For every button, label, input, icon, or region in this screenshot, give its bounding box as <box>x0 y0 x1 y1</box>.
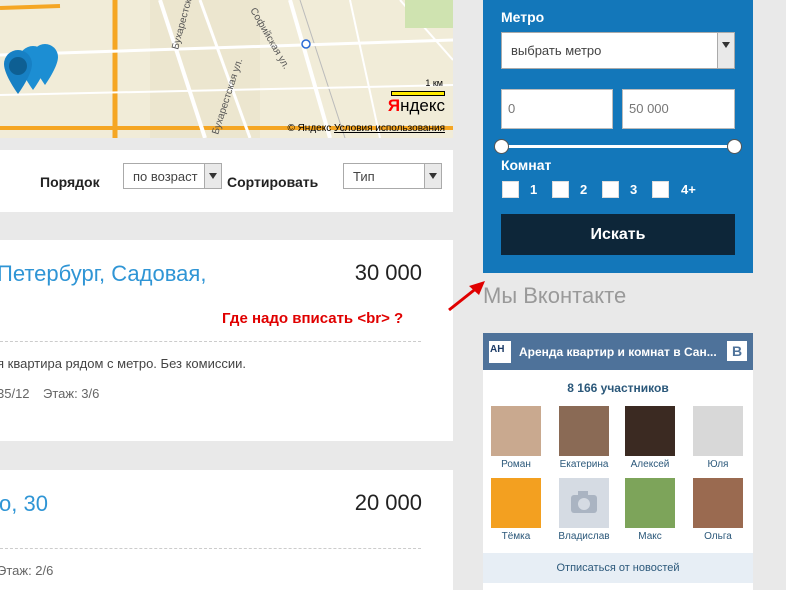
order-select[interactable]: по возраст <box>123 163 222 189</box>
member-avatar[interactable] <box>693 478 743 528</box>
type-select-value: Тип <box>353 169 375 184</box>
metro-label: Метро <box>501 9 545 25</box>
location-pin-icon[interactable] <box>0 40 72 105</box>
price-slider-track[interactable] <box>502 145 735 148</box>
member-name[interactable]: Екатерина <box>552 459 616 470</box>
rooms-label: Комнат <box>501 157 552 173</box>
member-avatar[interactable] <box>559 478 609 528</box>
chevron-down-icon <box>204 164 221 188</box>
map-attribution: © Яндекс Условия использования <box>287 123 445 134</box>
room-label-1: 1 <box>530 182 538 197</box>
metro-select[interactable]: выбрать метро <box>501 32 735 69</box>
terms-link[interactable]: Условия использования <box>334 123 445 134</box>
sort-bar: Порядок по возраст Сортировать Тип <box>0 150 453 212</box>
listing-description: я квартира рядом с метро. Без комиссии. <box>0 356 246 371</box>
member-avatar[interactable] <box>625 478 675 528</box>
map-copyright: © Яндекс <box>287 123 332 134</box>
price-slider-min-handle[interactable] <box>494 139 509 154</box>
vk-members-count[interactable]: 8 166 участников <box>483 381 753 395</box>
group-logo[interactable] <box>489 341 511 363</box>
price-from-input[interactable]: 0 <box>501 89 613 129</box>
member-avatar[interactable] <box>625 406 675 456</box>
price-slider-max-handle[interactable] <box>727 139 742 154</box>
annotation-text: Где надо вписать <br> ? <box>222 310 404 327</box>
member-name[interactable]: Роман <box>484 459 548 470</box>
member-name[interactable]: Ольга <box>686 531 750 542</box>
room-checkbox-3[interactable] <box>602 181 619 198</box>
room-label-2: 2 <box>580 182 588 197</box>
search-button[interactable]: Искать <box>501 214 735 255</box>
member-avatar[interactable] <box>559 406 609 456</box>
listing-floor: Этаж: 2/6 <box>0 563 54 578</box>
listing-price: 30 000 <box>354 260 422 285</box>
listing-floor: Этаж: 3/6 <box>43 386 100 401</box>
vk-header: Аренда квартир и комнат в Сан... В <box>483 333 753 370</box>
member-name[interactable]: Юля <box>686 459 750 470</box>
vk-group-name[interactable]: Аренда квартир и комнат в Сан... <box>519 345 719 359</box>
chevron-down-icon <box>424 164 441 188</box>
member-avatar[interactable] <box>491 478 541 528</box>
room-label-3: 3 <box>630 182 638 197</box>
member-name[interactable]: Тёмка <box>484 531 548 542</box>
order-label: Порядок <box>40 174 100 190</box>
member-name[interactable]: Макс <box>618 531 682 542</box>
room-label-4plus: 4+ <box>681 182 696 197</box>
map[interactable]: Бухарестская ул. Софийская ул. Бухарестс… <box>0 0 453 138</box>
vk-section-heading: Мы Вконтакте <box>483 283 627 308</box>
chevron-down-icon <box>717 33 734 68</box>
room-checkbox-1[interactable] <box>502 181 519 198</box>
vk-widget: Аренда квартир и комнат в Сан... В 8 166… <box>483 333 753 590</box>
member-avatar[interactable] <box>491 406 541 456</box>
filter-panel: Метро выбрать метро 0 50 000 Комнат 1 2 … <box>483 0 753 273</box>
type-select[interactable]: Тип <box>343 163 442 189</box>
listing-card[interactable]: о, 30 20 000 Этаж: 2/6 <box>0 470 453 590</box>
listing-date: 35/12 <box>0 386 30 401</box>
listing-title[interactable]: о, 30 <box>0 491 48 517</box>
room-checkbox-2[interactable] <box>552 181 569 198</box>
listing-title[interactable]: Петербург, Садовая, <box>0 261 206 287</box>
member-avatar[interactable] <box>693 406 743 456</box>
order-select-value: по возраст <box>133 169 198 184</box>
price-to-input[interactable]: 50 000 <box>622 89 735 129</box>
map-scale-label: 1 км <box>425 78 443 88</box>
camera-icon <box>571 491 597 513</box>
divider <box>0 548 421 549</box>
member-name[interactable]: Алексей <box>618 459 682 470</box>
room-checkbox-4plus[interactable] <box>652 181 669 198</box>
yandex-logo: Яндекс <box>387 96 445 115</box>
listing-price: 20 000 <box>354 490 422 515</box>
metro-select-value: выбрать метро <box>511 43 602 58</box>
unsubscribe-button[interactable]: Отписаться от новостей <box>483 553 753 583</box>
divider <box>0 341 421 342</box>
sort-label: Сортировать <box>227 174 319 190</box>
member-name[interactable]: Владислав <box>552 531 616 542</box>
listing-card[interactable]: Петербург, Садовая, 30 000 я квартира ря… <box>0 240 453 441</box>
vk-logo-icon[interactable]: В <box>727 341 747 361</box>
